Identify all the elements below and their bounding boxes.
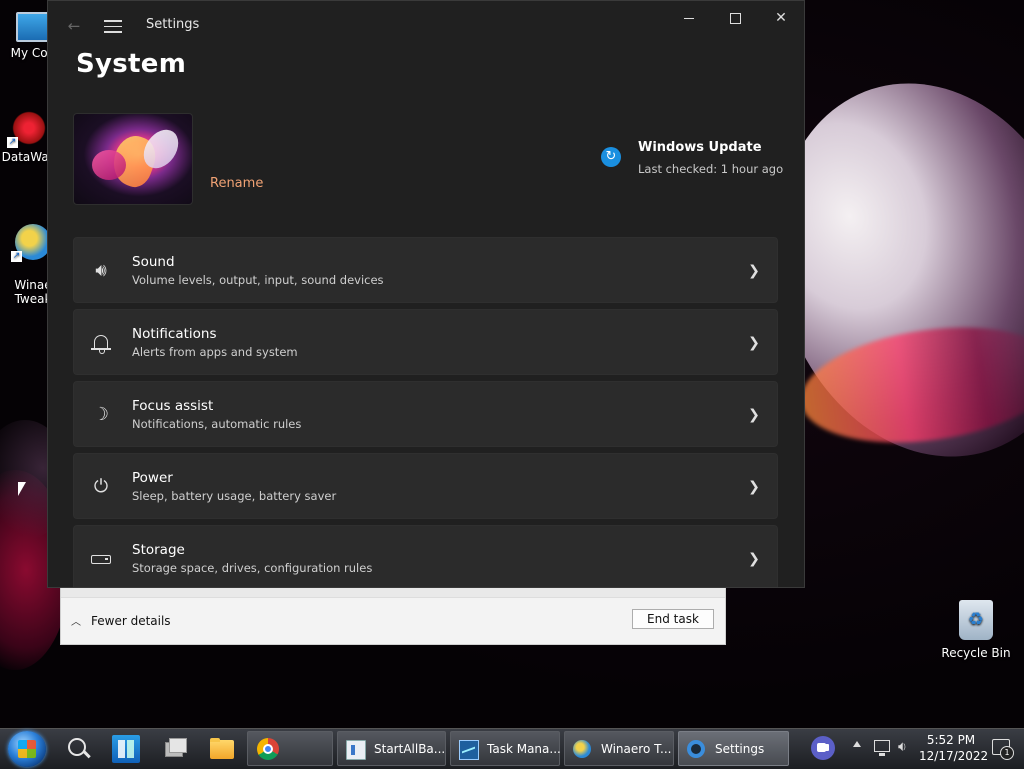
minimize-button[interactable] (666, 1, 712, 35)
chevron-up-icon: ︿ (71, 617, 81, 628)
settings-item-subtitle: Notifications, automatic rules (132, 417, 302, 431)
desktop-icon-recycle-bin[interactable]: ♻ Recycle Bin (940, 600, 1012, 660)
volume-icon[interactable]: 🔉︎ (898, 739, 916, 755)
task-manager-icon (459, 740, 479, 760)
datawag-app-icon: ↗ (7, 110, 47, 148)
clock-time: 5:52 PM (926, 733, 976, 747)
settings-list: 🔊︎ Sound Volume levels, output, input, s… (73, 237, 778, 587)
taskbar-button-startallback[interactable]: StartAllBa... (337, 731, 446, 766)
bell-icon (90, 332, 112, 354)
clock-date: 12/17/2022 (919, 749, 989, 763)
settings-item-title: Power (132, 470, 173, 486)
notification-count-badge: 1 (1000, 746, 1014, 760)
moon-icon: ☽ (92, 404, 110, 425)
taskbar-button-winaero-tweaker[interactable]: Winaero T... (564, 731, 674, 766)
winaero-tweaker-icon: ↗ (11, 224, 51, 262)
settings-item-title: Storage (132, 542, 185, 558)
power-icon: ⏻ (93, 476, 109, 497)
meet-now-icon[interactable] (811, 736, 835, 760)
chevron-right-icon: ❯ (748, 263, 760, 279)
winaero-tweaker-icon (573, 740, 591, 758)
fewer-details-button[interactable]: ︿ Fewer details (71, 613, 171, 629)
windows-logo-icon (18, 740, 36, 758)
taskbar-button-label: Task Mana... (487, 742, 561, 756)
settings-item-subtitle: Sleep, battery usage, battery saver (132, 489, 337, 503)
shortcut-arrow-icon: ↗ (11, 251, 22, 262)
taskbar-button-label: Settings (715, 742, 765, 756)
sync-icon: ↻ (601, 147, 621, 167)
chevron-right-icon: ❯ (748, 479, 760, 495)
system-clock[interactable]: 5:52 PM 12/17/2022 (919, 732, 989, 764)
chevron-right-icon: ❯ (748, 335, 760, 351)
taskbar-button-settings[interactable]: Settings (678, 731, 789, 766)
end-task-button[interactable]: End task (632, 609, 714, 629)
title-bar[interactable]: ← Settings ✕ (48, 1, 804, 51)
back-arrow-icon[interactable]: ← (64, 16, 84, 36)
settings-window: ← Settings ✕ System Rename ↻ Windows Upd… (47, 0, 805, 588)
maximize-button[interactable] (712, 1, 758, 35)
notification-center-icon[interactable]: 1 (992, 739, 1014, 760)
widgets-icon[interactable] (112, 735, 140, 763)
settings-item-title: Sound (132, 254, 175, 270)
settings-item-subtitle: Volume levels, output, input, sound devi… (132, 273, 384, 287)
settings-item-notifications[interactable]: Notifications Alerts from apps and syste… (73, 309, 778, 375)
task-manager-window: ︿ Fewer details End task (60, 585, 726, 645)
gear-icon (687, 740, 705, 758)
start-button[interactable] (8, 731, 46, 767)
mouse-cursor-icon (18, 482, 26, 496)
shortcut-arrow-icon: ↗ (7, 137, 18, 148)
drive-icon (90, 548, 112, 570)
chevron-right-icon: ❯ (748, 407, 760, 423)
settings-item-subtitle: Alerts from apps and system (132, 345, 298, 359)
settings-item-focus-assist[interactable]: ☽ Focus assist Notifications, automatic … (73, 381, 778, 447)
hamburger-menu-icon[interactable] (102, 16, 124, 36)
chevron-right-icon: ❯ (748, 551, 760, 567)
settings-item-sound[interactable]: 🔊︎ Sound Volume levels, output, input, s… (73, 237, 778, 303)
settings-item-storage[interactable]: Storage Storage space, drives, configura… (73, 525, 778, 587)
settings-item-title: Notifications (132, 326, 217, 342)
fewer-details-label: Fewer details (91, 613, 171, 628)
close-button[interactable]: ✕ (758, 1, 804, 35)
window-title: Settings (146, 17, 200, 32)
rename-link[interactable]: Rename (210, 176, 263, 191)
recycle-bin-icon: ♻ (959, 600, 993, 640)
settings-item-title: Focus assist (132, 398, 214, 414)
device-wallpaper-thumbnail (73, 113, 193, 205)
windows-update-title: Windows Update (638, 140, 762, 155)
task-view-icon[interactable] (160, 735, 188, 763)
chrome-icon (257, 738, 279, 760)
recycle-bin-label: Recycle Bin (941, 646, 1011, 660)
taskbar: StartAllBa... Task Mana... Winaero T... … (0, 728, 1024, 769)
taskbar-button-chrome[interactable] (247, 731, 333, 766)
startallback-icon (346, 740, 366, 760)
taskbar-button-label: Winaero T... (601, 742, 672, 756)
network-icon[interactable] (874, 740, 890, 756)
page-title: System (76, 49, 187, 79)
taskbar-button-task-manager[interactable]: Task Mana... (450, 731, 561, 766)
show-hidden-icons-icon[interactable] (853, 741, 861, 747)
settings-item-subtitle: Storage space, drives, configuration rul… (132, 561, 373, 575)
file-explorer-icon[interactable] (208, 735, 236, 763)
settings-item-power[interactable]: ⏻ Power Sleep, battery usage, battery sa… (73, 453, 778, 519)
speaker-icon: 🔊︎ (95, 260, 107, 281)
search-icon[interactable] (64, 735, 92, 763)
taskbar-button-label: StartAllBa... (374, 742, 446, 756)
windows-update-subtitle: Last checked: 1 hour ago (638, 162, 784, 176)
